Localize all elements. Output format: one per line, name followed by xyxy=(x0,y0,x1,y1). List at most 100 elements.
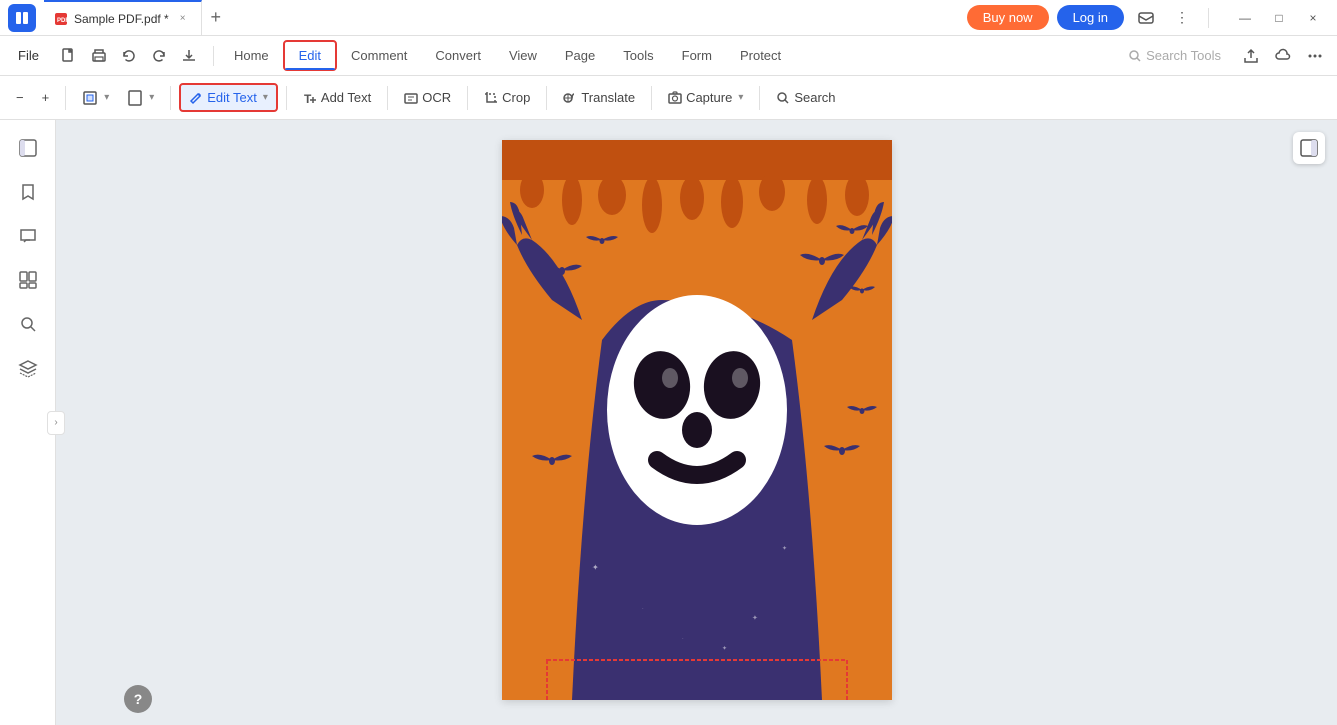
app-logo xyxy=(8,4,36,32)
edit-group: Edit Text ▾ T Add Text OCR Crop Translat… xyxy=(179,83,843,112)
menu-tabs: Home Edit Comment Convert View Page Tool… xyxy=(220,40,795,71)
close-btn[interactable]: × xyxy=(1297,4,1329,32)
print-icon[interactable] xyxy=(85,42,113,70)
edit-text-icon xyxy=(189,91,203,105)
search-label: Search xyxy=(794,90,835,105)
search-tools-icon xyxy=(1128,49,1142,63)
tab-page[interactable]: Page xyxy=(551,42,609,69)
svg-text:HaLLoWeeN: HaLLoWeeN xyxy=(540,693,853,700)
crop-icon xyxy=(484,91,498,105)
titlebar-actions: Buy now Log in ⋮ — □ × xyxy=(967,4,1329,32)
share-icon[interactable] xyxy=(1237,42,1265,70)
content-area: ✦ ✦ · ✦ · ✦ HaLLoWeeN xyxy=(56,120,1337,725)
right-panel-toggle[interactable] xyxy=(1293,132,1325,164)
add-text-icon: T xyxy=(303,91,317,105)
help-button[interactable]: ? xyxy=(124,685,152,713)
redo-icon[interactable] xyxy=(145,42,173,70)
left-sidebar: › xyxy=(0,120,56,725)
thumbnail-icon xyxy=(18,270,38,290)
ocr-btn[interactable]: OCR xyxy=(396,85,459,110)
cloud-icon[interactable] xyxy=(1269,42,1297,70)
select-area-chevron: ▾ xyxy=(104,92,109,103)
select-group: ▾ ▾ xyxy=(74,85,162,111)
select-area-btn[interactable]: ▾ xyxy=(74,85,117,111)
svg-text:✦: ✦ xyxy=(782,545,787,552)
right-icons xyxy=(1237,42,1329,70)
tab-comment[interactable]: Comment xyxy=(337,42,421,69)
bookmark-icon xyxy=(18,182,38,202)
capture-label: Capture xyxy=(686,90,732,105)
svg-text:✦: ✦ xyxy=(722,645,727,652)
download-icon[interactable] xyxy=(175,42,203,70)
search-btn[interactable]: Search xyxy=(768,85,843,110)
select-area-icon xyxy=(82,90,98,106)
more-menu-icon[interactable] xyxy=(1301,42,1329,70)
notification-icon[interactable] xyxy=(1132,4,1160,32)
sidebar-search-btn[interactable] xyxy=(8,304,48,344)
pdf-page: ✦ ✦ · ✦ · ✦ HaLLoWeeN xyxy=(502,140,892,700)
search-tools-btn[interactable]: Search Tools xyxy=(1118,44,1231,67)
login-button[interactable]: Log in xyxy=(1057,5,1124,30)
sidebar-panel-btn[interactable] xyxy=(8,128,48,168)
sidebar-collapse-btn[interactable]: › xyxy=(47,411,65,435)
more-options-icon[interactable]: ⋮ xyxy=(1168,4,1196,32)
tab-view[interactable]: View xyxy=(495,42,551,69)
tab-tools[interactable]: Tools xyxy=(609,42,667,69)
zoom-out-btn[interactable]: − xyxy=(8,85,32,110)
toolbar: − + ▾ ▾ Edit Text ▾ T Add Text OCR xyxy=(0,76,1337,120)
search-tools-label: Search Tools xyxy=(1146,48,1221,63)
tab-home[interactable]: Home xyxy=(220,42,283,69)
crop-btn[interactable]: Crop xyxy=(476,85,538,110)
minimize-btn[interactable]: — xyxy=(1229,4,1261,32)
search-icon xyxy=(776,91,790,105)
layers-icon xyxy=(18,358,38,378)
file-menu[interactable]: File xyxy=(8,44,49,67)
add-text-label: Add Text xyxy=(321,90,371,105)
buy-now-button[interactable]: Buy now xyxy=(967,5,1049,30)
sidebar-layers-btn[interactable] xyxy=(8,348,48,388)
ocr-label: OCR xyxy=(422,90,451,105)
page-select-btn[interactable]: ▾ xyxy=(119,85,162,111)
menubar: File Home Edit Comment Convert View Page… xyxy=(0,36,1337,76)
tab-edit[interactable]: Edit xyxy=(283,40,337,71)
svg-text:T: T xyxy=(304,92,312,105)
window-controls: — □ × xyxy=(1229,4,1329,32)
tab-area: PDF Sample PDF.pdf * × + xyxy=(44,0,967,35)
translate-btn[interactable]: Translate xyxy=(555,85,643,110)
pdf-image-area: ✦ ✦ · ✦ · ✦ HaLLoWeeN xyxy=(502,140,892,700)
panel-icon xyxy=(18,138,38,158)
edit-text-label: Edit Text xyxy=(207,90,257,105)
capture-chevron: ▾ xyxy=(738,92,743,103)
sidebar-comment-btn[interactable] xyxy=(8,216,48,256)
sidebar-search-icon xyxy=(18,314,38,334)
sidebar-thumbnail-btn[interactable] xyxy=(8,260,48,300)
capture-btn[interactable]: Capture ▾ xyxy=(660,85,751,110)
pdf-icon: PDF xyxy=(54,12,68,26)
crop-label: Crop xyxy=(502,90,530,105)
edit-text-btn[interactable]: Edit Text ▾ xyxy=(179,83,278,112)
new-tab-btn[interactable]: + xyxy=(202,4,230,32)
tab-title: Sample PDF.pdf * xyxy=(74,12,169,26)
halloween-illustration: ✦ ✦ · ✦ · ✦ HaLLoWeeN xyxy=(502,140,892,700)
ocr-icon xyxy=(404,91,418,105)
new-icon[interactable] xyxy=(55,42,83,70)
tab-convert[interactable]: Convert xyxy=(421,42,495,69)
add-text-btn[interactable]: T Add Text xyxy=(295,85,379,110)
zoom-in-btn[interactable]: + xyxy=(34,85,58,110)
undo-icon[interactable] xyxy=(115,42,143,70)
tab-form[interactable]: Form xyxy=(668,42,726,69)
titlebar: PDF Sample PDF.pdf * × + Buy now Log in … xyxy=(0,0,1337,36)
current-tab[interactable]: PDF Sample PDF.pdf * × xyxy=(44,0,202,35)
svg-text:PDF: PDF xyxy=(57,18,68,24)
maximize-btn[interactable]: □ xyxy=(1263,4,1295,32)
tab-protect[interactable]: Protect xyxy=(726,42,795,69)
translate-label: Translate xyxy=(581,90,635,105)
edit-text-chevron: ▾ xyxy=(263,92,268,103)
comment-icon xyxy=(18,226,38,246)
translate-icon xyxy=(563,91,577,105)
sidebar-bookmark-btn[interactable] xyxy=(8,172,48,212)
panel-toggle-icon xyxy=(1300,139,1318,157)
capture-icon xyxy=(668,91,682,105)
svg-text:✦: ✦ xyxy=(592,563,599,572)
tab-close-btn[interactable]: × xyxy=(175,11,191,27)
